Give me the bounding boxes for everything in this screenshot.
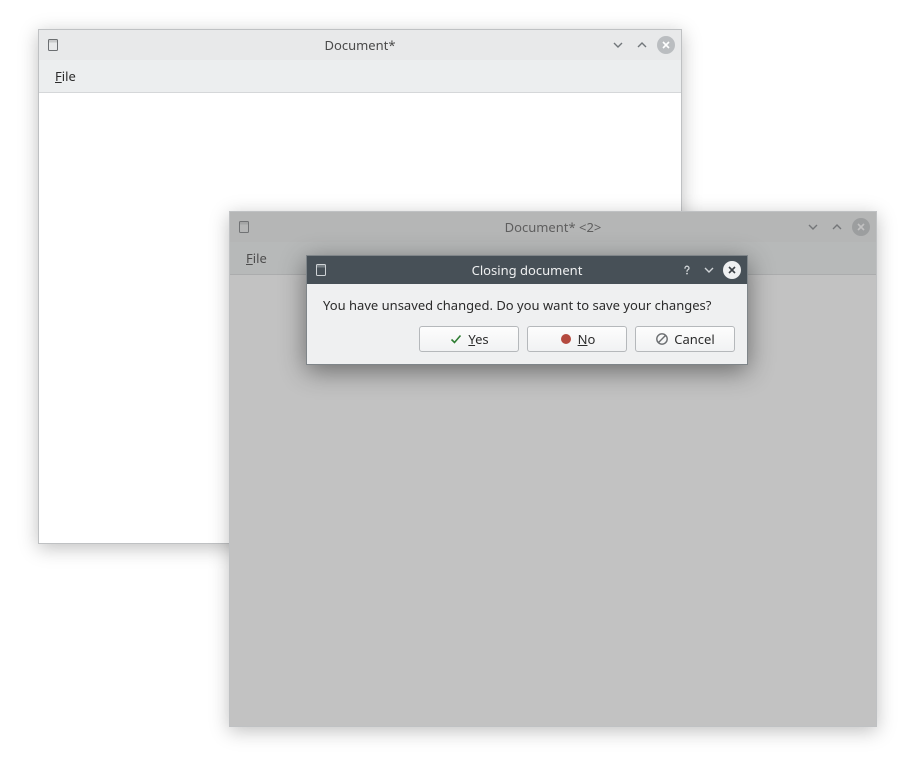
menu-file-2[interactable]: File — [240, 245, 273, 271]
close-button-1[interactable] — [657, 36, 675, 54]
menu-file-mnemonic-2: F — [246, 249, 253, 267]
no-button-label: No — [578, 330, 596, 348]
menubar-1: File — [39, 60, 681, 93]
menu-file-rest-1: ile — [62, 67, 76, 85]
closing-document-dialog: Closing document You have unsaved change… — [306, 255, 748, 365]
window-title-2: Document* <2> — [230, 218, 876, 236]
dialog-titlebar: Closing document — [307, 256, 747, 284]
close-button-2[interactable] — [852, 218, 870, 236]
no-button[interactable]: No — [527, 326, 627, 352]
help-button[interactable] — [679, 262, 695, 278]
menu-file-mnemonic-1: F — [55, 67, 62, 85]
document-icon — [313, 262, 329, 278]
menu-file-rest-2: ile — [253, 249, 267, 267]
document-icon — [45, 37, 61, 53]
document-icon — [236, 219, 252, 235]
minimize-button-2[interactable] — [804, 218, 822, 236]
minimize-dialog-button[interactable] — [701, 262, 717, 278]
yes-button-label: Yes — [468, 330, 488, 348]
yes-button[interactable]: Yes — [419, 326, 519, 352]
close-dialog-button[interactable] — [723, 261, 741, 279]
dialog-button-row: Yes No Cancel — [307, 318, 747, 364]
menu-file-1[interactable]: File — [49, 63, 82, 89]
titlebar-2: Document* <2> — [230, 212, 876, 242]
cancel-icon — [655, 332, 669, 346]
check-icon — [449, 332, 463, 346]
minimize-button-1[interactable] — [609, 36, 627, 54]
titlebar-1: Document* — [39, 30, 681, 60]
window-title-1: Document* — [39, 36, 681, 54]
record-stop-icon — [559, 332, 573, 346]
maximize-button-2[interactable] — [828, 218, 846, 236]
cancel-button-label: Cancel — [674, 330, 714, 348]
cancel-button[interactable]: Cancel — [635, 326, 735, 352]
maximize-button-1[interactable] — [633, 36, 651, 54]
dialog-message: You have unsaved changed. Do you want to… — [307, 284, 747, 318]
